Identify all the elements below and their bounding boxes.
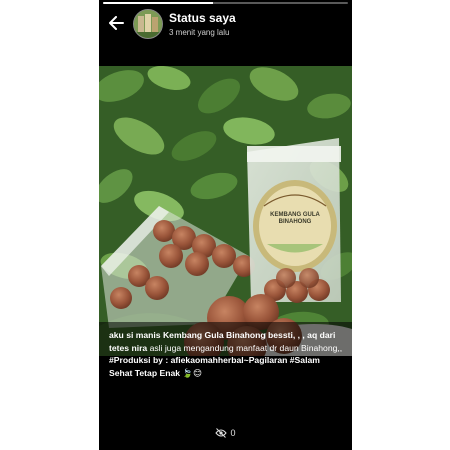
avatar[interactable] xyxy=(133,9,163,39)
avatar-image xyxy=(134,10,162,38)
eye-slash-icon xyxy=(215,428,228,438)
caption-emoji: 🍃😊 xyxy=(182,367,203,378)
status-photo: KEMBANG GULA BINAHONG xyxy=(99,66,352,356)
caption-part3: asli juga mengandung manfaat dr daun Bin… xyxy=(149,342,343,353)
caption-part2: nira xyxy=(131,342,148,353)
product-label: KEMBANG GULA BINAHONG xyxy=(257,212,333,226)
status-timestamp: 3 menit yang lalu xyxy=(169,28,230,37)
status-progress-fill xyxy=(103,2,214,4)
caption-part4: #Produksi by : afiekaomahherbal~Pagilara… xyxy=(109,355,320,378)
status-viewer: Status saya 3 menit yang lalu KEMBANG GU… xyxy=(99,0,352,450)
back-button[interactable] xyxy=(105,12,127,34)
status-progress-bar xyxy=(103,2,348,4)
view-count: 0 xyxy=(230,428,236,438)
status-caption: aku si manis Kembang Gula Binahong besst… xyxy=(109,329,345,379)
status-footer[interactable]: 0 xyxy=(99,420,352,446)
product-label-line2: BINAHONG xyxy=(278,219,312,225)
product-label-line1: KEMBANG GULA xyxy=(270,212,320,218)
arrow-left-icon xyxy=(109,16,124,30)
status-header: Status saya 3 menit yang lalu xyxy=(99,6,352,42)
status-owner-name: Status saya xyxy=(169,11,236,25)
